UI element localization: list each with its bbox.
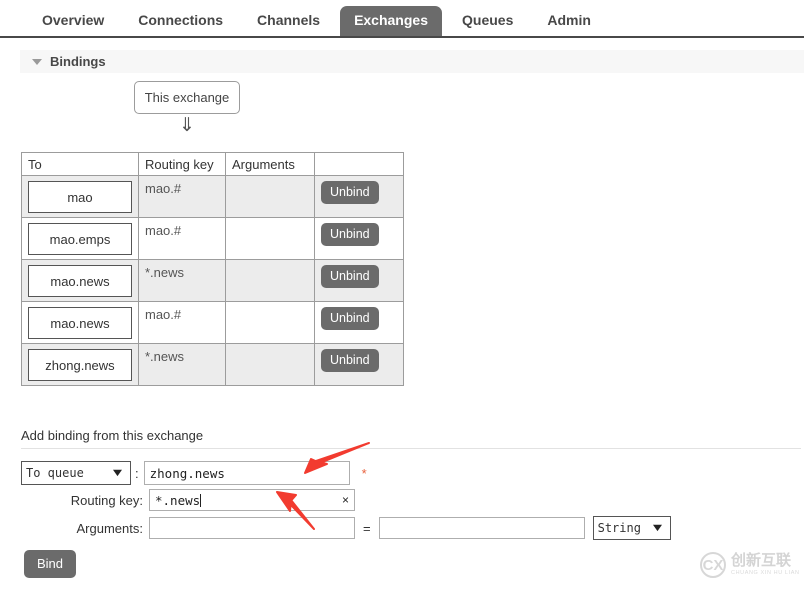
queue-link[interactable]: mao.news xyxy=(28,265,132,297)
argument-type-value: String xyxy=(598,521,641,535)
cell-action: Unbind xyxy=(315,260,404,302)
cell-to: zhong.news xyxy=(22,344,139,386)
table-row: mao.news *.news Unbind xyxy=(22,260,404,302)
destination-type-value: To queue xyxy=(26,466,84,480)
routing-key-value: *.news xyxy=(145,348,219,364)
argument-value-input[interactable] xyxy=(379,517,585,539)
queue-link[interactable]: mao.news xyxy=(28,307,132,339)
argument-key-input[interactable] xyxy=(149,517,355,539)
column-header-arguments: Arguments xyxy=(226,153,315,176)
queue-link[interactable]: mao xyxy=(28,181,132,213)
arguments-label: Arguments: xyxy=(70,521,149,536)
cell-routing-key: mao.# xyxy=(139,176,226,218)
unbind-button[interactable]: Unbind xyxy=(321,307,379,330)
cell-action: Unbind xyxy=(315,176,404,218)
table-header-row: To Routing key Arguments xyxy=(22,153,404,176)
colon-separator: : xyxy=(131,466,144,481)
routing-key-value: mao.# xyxy=(145,306,219,322)
cell-arguments xyxy=(226,260,315,302)
destination-type-select[interactable]: To queue ▼ xyxy=(21,461,131,485)
cell-arguments xyxy=(226,176,315,218)
table-row: mao.emps mao.# Unbind xyxy=(22,218,404,260)
queue-link[interactable]: mao.emps xyxy=(28,223,132,255)
cell-arguments xyxy=(226,344,315,386)
section-divider xyxy=(21,448,801,449)
triangle-down-icon[interactable] xyxy=(32,59,42,65)
cell-routing-key: *.news xyxy=(139,344,226,386)
cell-action: Unbind xyxy=(315,302,404,344)
tab-admin[interactable]: Admin xyxy=(533,6,605,36)
routing-key-input[interactable]: *.news × xyxy=(149,489,355,511)
chevron-down-icon: ▼ xyxy=(110,467,125,479)
queue-link[interactable]: zhong.news xyxy=(28,349,132,381)
table-row: mao.news mao.# Unbind xyxy=(22,302,404,344)
bind-button[interactable]: Bind xyxy=(24,550,76,578)
tab-exchanges[interactable]: Exchanges xyxy=(340,6,442,36)
cell-arguments xyxy=(226,218,315,260)
column-header-routing-key: Routing key xyxy=(139,153,226,176)
clear-icon[interactable]: × xyxy=(342,493,349,507)
cell-to: mao.news xyxy=(22,260,139,302)
chevron-down-icon: ▼ xyxy=(650,522,665,534)
tab-overview[interactable]: Overview xyxy=(28,6,118,36)
unbind-button[interactable]: Unbind xyxy=(321,223,379,246)
cell-arguments xyxy=(226,302,315,344)
destination-form-row: To queue ▼ : zhong.news * xyxy=(21,461,367,485)
arguments-form-row: Arguments: = String ▼ xyxy=(70,516,671,540)
this-exchange-node: This exchange xyxy=(134,81,240,114)
routing-key-form-row: Routing key: *.news × xyxy=(70,489,355,511)
destination-input[interactable]: zhong.news xyxy=(144,461,350,485)
equals-separator: = xyxy=(355,521,379,536)
tab-channels[interactable]: Channels xyxy=(243,6,334,36)
cell-to: mao.emps xyxy=(22,218,139,260)
add-binding-section-title: Add binding from this exchange xyxy=(21,428,203,443)
top-navigation-bar: Overview Connections Channels Exchanges … xyxy=(0,0,804,38)
routing-key-value: mao.# xyxy=(145,222,219,238)
unbind-button[interactable]: Unbind xyxy=(321,181,379,204)
cell-action: Unbind xyxy=(315,218,404,260)
watermark-chinese-text: 创新互联 xyxy=(731,553,800,569)
double-down-arrow-icon: ⇓ xyxy=(134,116,240,135)
cell-routing-key: *.news xyxy=(139,260,226,302)
cell-routing-key: mao.# xyxy=(139,302,226,344)
cell-to: mao xyxy=(22,176,139,218)
bindings-table: To Routing key Arguments mao mao.# Unbin… xyxy=(21,152,404,386)
routing-key-value: mao.# xyxy=(145,180,219,196)
required-marker: * xyxy=(362,466,367,481)
column-header-to: To xyxy=(22,153,139,176)
unbind-button[interactable]: Unbind xyxy=(321,265,379,288)
cell-to: mao.news xyxy=(22,302,139,344)
cell-action: Unbind xyxy=(315,344,404,386)
routing-key-value: *.news xyxy=(145,264,219,280)
destination-input-value: zhong.news xyxy=(150,466,225,481)
unbind-button[interactable]: Unbind xyxy=(321,349,379,372)
bindings-section-title: Bindings xyxy=(50,54,106,69)
watermark-logo-icon: CX xyxy=(700,552,726,578)
watermark-text-group: 创新互联 CHUANG XIN HU LIAN xyxy=(731,553,800,577)
cell-routing-key: mao.# xyxy=(139,218,226,260)
bindings-section-header[interactable]: Bindings xyxy=(20,50,804,73)
watermark: CX 创新互联 CHUANG XIN HU LIAN xyxy=(700,552,800,578)
table-row: zhong.news *.news Unbind xyxy=(22,344,404,386)
tab-connections[interactable]: Connections xyxy=(124,6,237,36)
text-cursor xyxy=(200,494,201,507)
routing-key-input-value: *.news xyxy=(155,493,200,508)
nav-tab-list: Overview Connections Channels Exchanges … xyxy=(0,0,804,36)
tab-queues[interactable]: Queues xyxy=(448,6,527,36)
watermark-pinyin-text: CHUANG XIN HU LIAN xyxy=(731,569,800,577)
table-row: mao mao.# Unbind xyxy=(22,176,404,218)
routing-key-label: Routing key: xyxy=(70,493,149,508)
column-header-action xyxy=(315,153,404,176)
argument-type-select[interactable]: String ▼ xyxy=(593,516,671,540)
